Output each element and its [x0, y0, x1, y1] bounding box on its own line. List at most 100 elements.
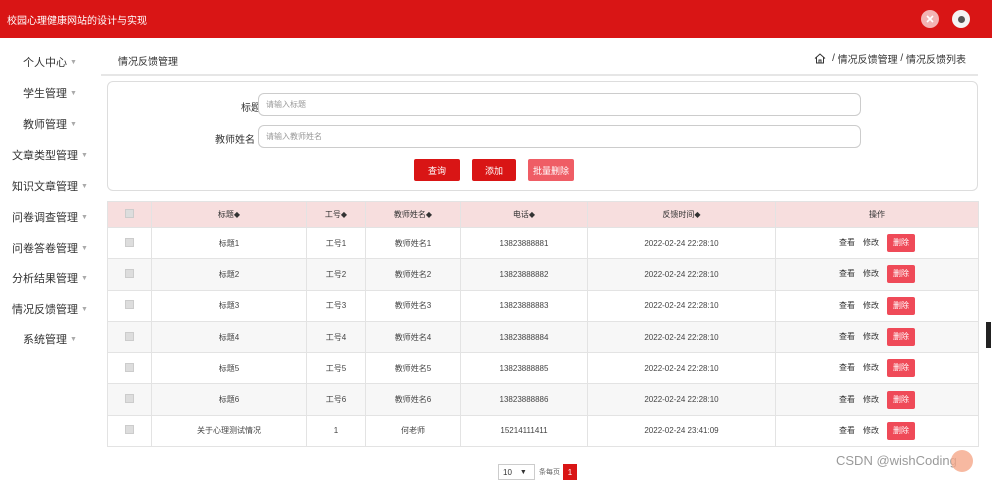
sidebar-item-label: 问卷答卷管理: [12, 243, 79, 255]
view-button[interactable]: 查看: [839, 268, 855, 279]
row-checkbox[interactable]: [125, 300, 134, 310]
table-cell: 2022-02-24 23:41:09: [587, 414, 776, 448]
table-cell: 工号2: [306, 258, 366, 291]
sidebar-item-label: 分析结果管理: [12, 273, 79, 285]
page-number-button[interactable]: 1: [563, 464, 577, 480]
sidebar-item[interactable]: 问卷答卷管理 ▼: [0, 237, 100, 259]
delete-button[interactable]: 删除: [887, 359, 915, 378]
sidebar-item-label: 系统管理: [23, 334, 68, 346]
column-header[interactable]: 工号◆: [306, 201, 366, 228]
close-icon[interactable]: [921, 10, 939, 28]
table-cell: 教师姓名5: [365, 352, 461, 385]
table-row: 关于心理测试情况 1 何老师 15214111411 2022-02-24 23:41:…: [107, 414, 979, 448]
delete-button[interactable]: 删除: [887, 328, 915, 347]
table-row: 标题6 工号6 教师姓名6 13823888886 2022-02-24 22:28:1…: [107, 383, 979, 416]
table-cell: 教师姓名2: [365, 258, 461, 291]
select-all-checkbox[interactable]: [125, 209, 134, 218]
row-checkbox[interactable]: [125, 331, 134, 341]
chevron-down-icon: ▼: [70, 335, 77, 343]
sidebar-item[interactable]: 个人中心 ▼: [0, 51, 100, 73]
row-checkbox[interactable]: [125, 237, 134, 247]
chevron-down-icon: ▼: [81, 213, 88, 221]
table-row: 标题1 工号1 教师姓名1 13823888881 2022-02-24 22:28:1…: [107, 226, 979, 260]
table-cell: 2022-02-24 22:28:10: [587, 226, 776, 260]
batch-delete-button[interactable]: 批量删除: [528, 159, 574, 181]
table-cell: 1: [306, 414, 366, 448]
table-cell: 2022-02-24 22:28:10: [587, 352, 776, 385]
row-checkbox[interactable]: [125, 362, 134, 372]
table-row: 标题3 工号3 教师姓名3 13823888883 2022-02-24 22:28:1…: [107, 289, 979, 322]
column-header[interactable]: 电话◆: [460, 201, 588, 228]
view-button[interactable]: 查看: [839, 300, 855, 311]
row-checkbox[interactable]: [125, 425, 134, 435]
delete-button[interactable]: 删除: [887, 421, 915, 440]
table-cell: 13823888883: [460, 289, 588, 322]
edit-button[interactable]: 修改: [863, 237, 879, 248]
sidebar-item-label: 知识文章管理: [12, 181, 79, 193]
table-cell: 工号6: [306, 383, 366, 416]
actions-cell: 查看 修改 删除: [775, 258, 979, 291]
view-button[interactable]: 查看: [839, 331, 855, 342]
table-cell: 2022-02-24 22:28:10: [587, 289, 776, 322]
search-panel: 标题 请输入标题 教师姓名 请输入教师姓名 查询 添加 批量删除: [107, 81, 978, 191]
sidebar-item[interactable]: 学生管理 ▼: [0, 82, 100, 104]
breadcrumb-item[interactable]: 情况反馈管理: [838, 51, 898, 66]
table-cell: 教师姓名4: [365, 320, 461, 354]
table-header-row: 标题◆ 工号◆ 教师姓名◆ 电话◆ 反馈时间◆ 操作: [107, 201, 979, 228]
chevron-down-icon: ▼: [70, 89, 77, 97]
view-button[interactable]: 查看: [839, 237, 855, 248]
delete-button[interactable]: 删除: [887, 296, 915, 315]
table-cell: 13823888885: [460, 352, 588, 385]
sidebar-item[interactable]: 文章类型管理 ▼: [0, 144, 100, 166]
table-row: 标题5 工号5 教师姓名5 13823888885 2022-02-24 22:28:1…: [107, 352, 979, 385]
edit-button[interactable]: 修改: [863, 300, 879, 311]
breadcrumb-bar: 情况反馈管理 / 情况反馈管理 / 情况反馈列表: [101, 45, 978, 76]
column-header[interactable]: 教师姓名◆: [365, 201, 461, 228]
table-row: 标题2 工号2 教师姓名2 13823888882 2022-02-24 22:28:1…: [107, 258, 979, 291]
teacher-name-search-input[interactable]: 请输入教师姓名: [258, 125, 861, 148]
scrollbar-thumb[interactable]: [986, 322, 991, 348]
sidebar-item[interactable]: 教师管理 ▼: [0, 113, 100, 135]
table-cell: 标题2: [151, 258, 307, 291]
breadcrumb: / 情况反馈管理 / 情况反馈列表: [814, 51, 966, 66]
sidebar-item[interactable]: 情况反馈管理 ▼: [0, 298, 100, 320]
sidebar-item[interactable]: 分析结果管理 ▼: [0, 267, 100, 289]
sidebar-item[interactable]: 问卷调查管理 ▼: [0, 206, 100, 228]
edit-button[interactable]: 修改: [863, 331, 879, 342]
column-header[interactable]: 标题◆: [151, 201, 307, 228]
sidebar-item[interactable]: 知识文章管理 ▼: [0, 175, 100, 197]
view-button[interactable]: 查看: [839, 362, 855, 373]
delete-button[interactable]: 删除: [887, 390, 915, 409]
pagination: 10 ▼ 条每页 1: [498, 464, 577, 480]
delete-button[interactable]: 删除: [887, 234, 915, 253]
edit-button[interactable]: 修改: [863, 394, 879, 405]
view-button[interactable]: 查看: [839, 394, 855, 405]
query-button[interactable]: 查询: [414, 159, 460, 181]
page-size-label: 条每页: [539, 469, 560, 476]
table-cell: 工号5: [306, 352, 366, 385]
feedback-table: 标题◆ 工号◆ 教师姓名◆ 电话◆ 反馈时间◆ 操作 标题1 工号1 教师姓名1 1382388…: [107, 201, 979, 448]
page-size-select[interactable]: 10 ▼: [498, 464, 535, 480]
table-cell: 何老师: [365, 414, 461, 448]
home-icon[interactable]: [814, 53, 826, 64]
app-title: 校园心理健康网站的设计与实现: [7, 15, 147, 27]
column-header[interactable]: 反馈时间◆: [587, 201, 776, 228]
table-cell: 工号3: [306, 289, 366, 322]
user-avatar-icon[interactable]: [952, 10, 970, 28]
delete-button[interactable]: 删除: [887, 265, 915, 284]
sidebar-item-label: 学生管理: [23, 88, 68, 100]
edit-button[interactable]: 修改: [863, 425, 879, 436]
edit-button[interactable]: 修改: [863, 268, 879, 279]
sidebar-item[interactable]: 系统管理 ▼: [0, 328, 100, 350]
floating-action-icon[interactable]: [951, 450, 973, 472]
table-cell: 15214111411: [460, 414, 588, 448]
row-checkbox[interactable]: [125, 394, 134, 404]
title-search-input[interactable]: 请输入标题: [258, 93, 861, 116]
add-button[interactable]: 添加: [472, 159, 516, 181]
table-cell: 2022-02-24 22:28:10: [587, 383, 776, 416]
view-button[interactable]: 查看: [839, 425, 855, 436]
watermark: CSDN @wishCoding: [836, 453, 957, 468]
sidebar-item-label: 教师管理: [23, 119, 68, 131]
row-checkbox[interactable]: [125, 268, 134, 278]
edit-button[interactable]: 修改: [863, 362, 879, 373]
